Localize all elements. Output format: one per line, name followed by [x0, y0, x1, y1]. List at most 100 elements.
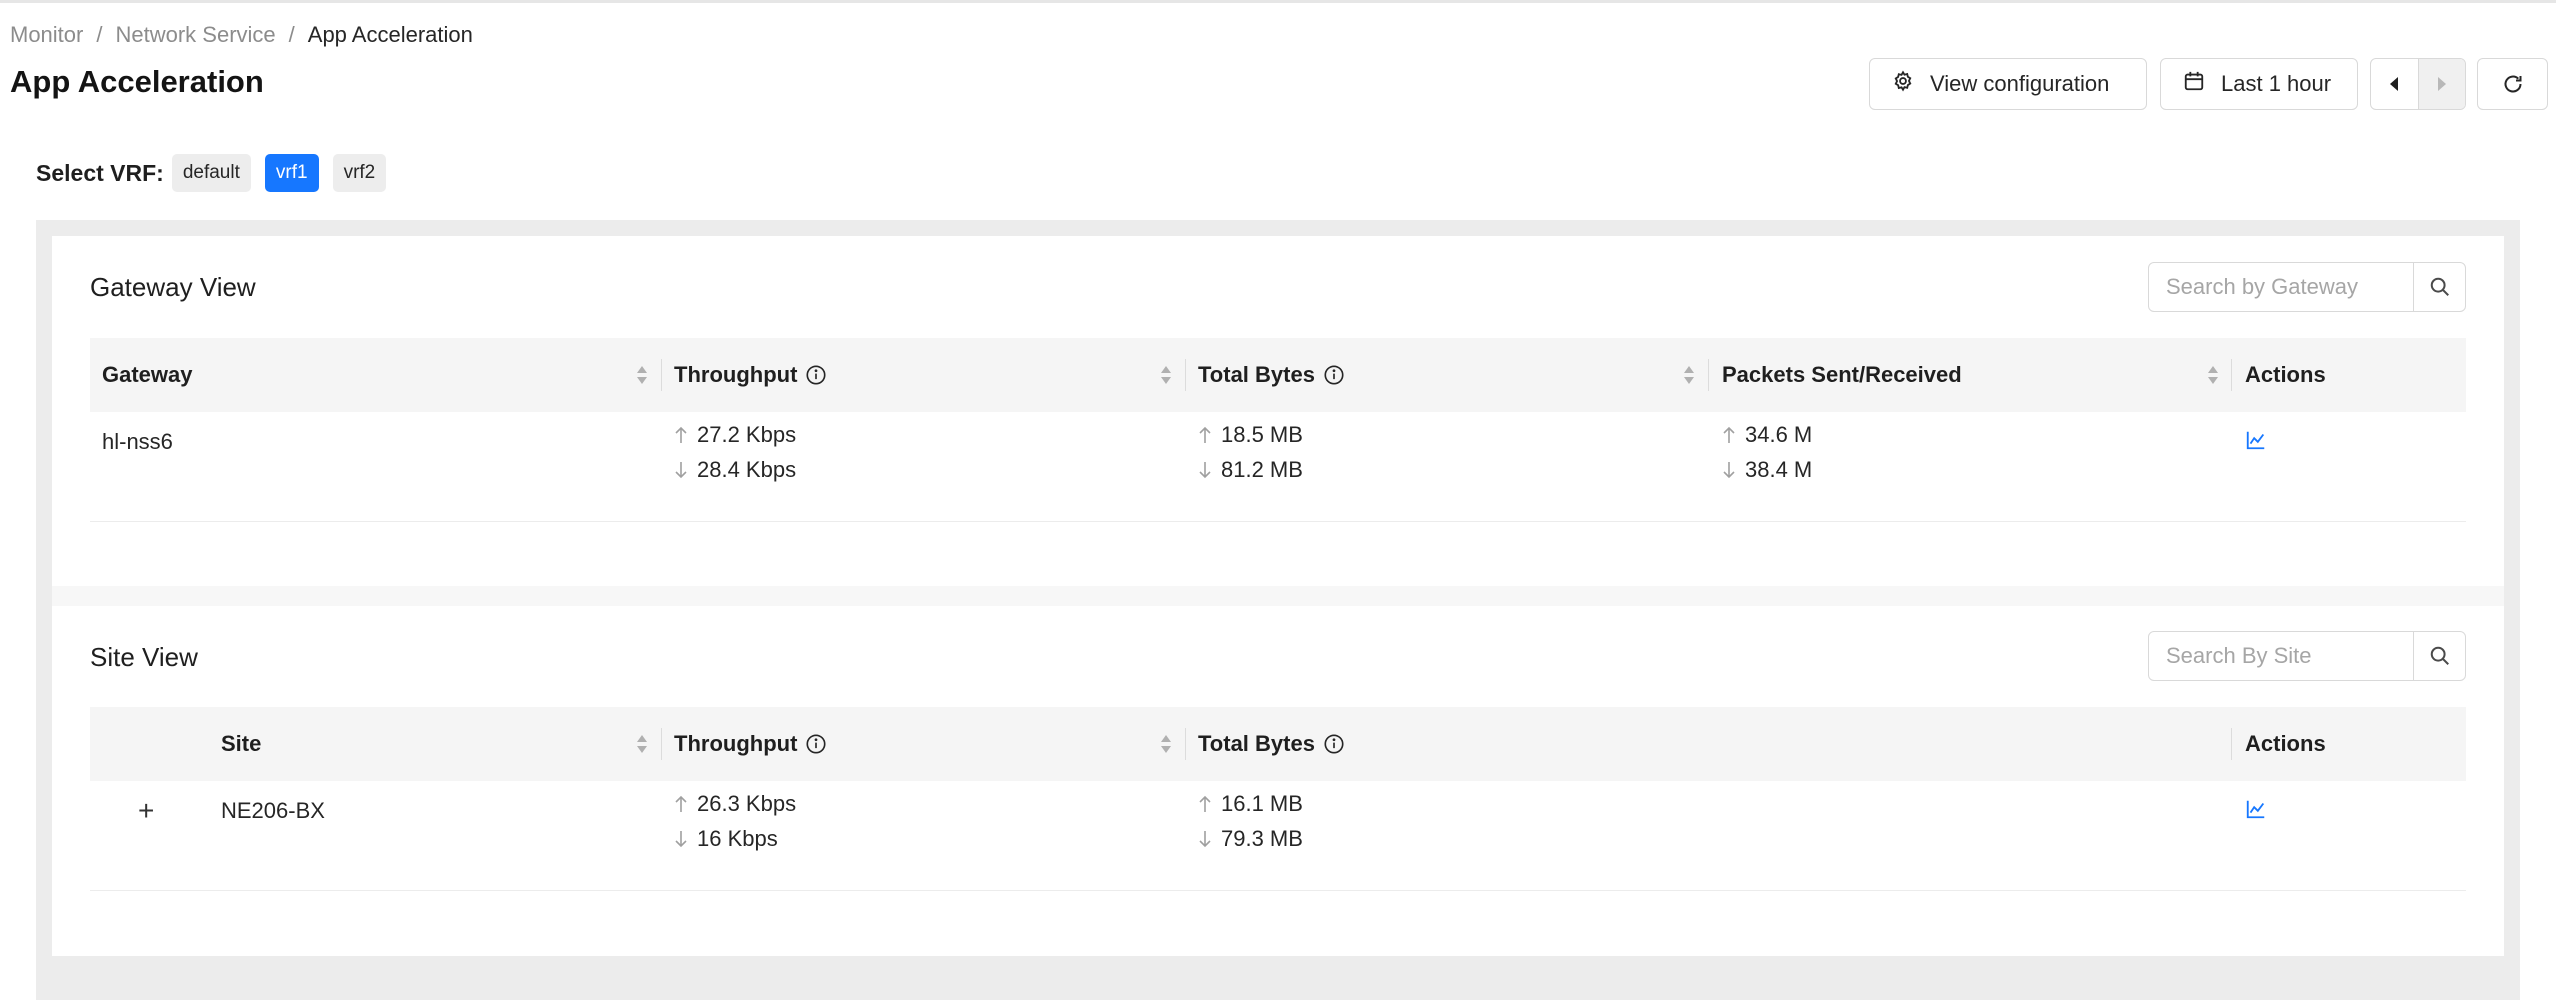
- column-gateway[interactable]: Gateway: [102, 338, 193, 412]
- column-actions-label: Actions: [2245, 362, 2326, 387]
- vrf-option-vrf2[interactable]: vrf2: [332, 154, 387, 192]
- column-throughput[interactable]: Throughput: [674, 707, 827, 781]
- total-bytes-cell: 16.1 MB 79.3 MB: [1198, 786, 1303, 856]
- bytes-received: 79.3 MB: [1221, 825, 1303, 851]
- breadcrumb-current: App Acceleration: [307, 22, 473, 47]
- column-separator: [1185, 359, 1186, 391]
- sort-icon[interactable]: [635, 363, 649, 387]
- search-icon: [2430, 646, 2449, 665]
- column-total-bytes-label: Total Bytes: [1198, 731, 1315, 756]
- caret-right-icon: [2437, 77, 2446, 91]
- column-packets-label: Packets Sent/Received: [1722, 362, 1962, 387]
- sort-icon[interactable]: [1159, 363, 1173, 387]
- info-icon[interactable]: [805, 364, 827, 386]
- packets-cell: 34.6 M 38.4 M: [1722, 417, 1812, 487]
- gateway-table-header: Gateway Throughput Total Bytes Packets S…: [90, 338, 2466, 412]
- column-packets[interactable]: Packets Sent/Received: [1722, 338, 1962, 412]
- throughput-sent: 26.3 Kbps: [697, 790, 797, 816]
- column-actions: Actions: [2245, 338, 2326, 412]
- column-site-label: Site: [221, 731, 262, 756]
- column-separator: [1708, 359, 1709, 391]
- view-chart-button[interactable]: [2245, 429, 2267, 457]
- packets-received: 38.4 M: [1745, 456, 1813, 482]
- column-total-bytes-label: Total Bytes: [1198, 362, 1315, 387]
- previous-period-button[interactable]: [2371, 59, 2418, 109]
- column-separator: [1185, 728, 1186, 760]
- site-view-title: Site View: [90, 642, 198, 672]
- view-chart-button[interactable]: [2245, 798, 2267, 826]
- column-actions-label: Actions: [2245, 731, 2326, 756]
- vrf-option-default[interactable]: default: [171, 154, 251, 192]
- arrow-down-icon: [675, 830, 687, 847]
- gateway-search-input[interactable]: Search by Gateway: [2149, 263, 2413, 311]
- site-view-card: Site View Search By Site Site Throughput…: [52, 606, 2504, 956]
- vrf-selector: Select VRF: default vrf1 vrf2: [36, 154, 400, 192]
- site-search-button[interactable]: [2413, 632, 2465, 680]
- caret-left-icon: [2390, 77, 2399, 91]
- throughput-sent: 27.2 Kbps: [697, 421, 797, 447]
- refresh-button[interactable]: [2477, 58, 2548, 110]
- arrow-down-icon: [1723, 461, 1735, 478]
- vrf-label: Select VRF:: [36, 159, 164, 186]
- arrow-down-icon: [1199, 461, 1211, 478]
- site-table-header: Site Throughput Total Bytes Actions: [90, 707, 2466, 781]
- next-period-button[interactable]: [2417, 59, 2465, 109]
- expand-row-button[interactable]: +: [138, 795, 154, 827]
- sort-icon[interactable]: [635, 732, 649, 756]
- vrf-option-vrf1[interactable]: vrf1: [264, 154, 319, 192]
- gateway-name[interactable]: hl-nss6: [102, 429, 173, 455]
- gateway-search: Search by Gateway: [2148, 262, 2466, 312]
- page-title: App Acceleration: [10, 64, 264, 99]
- view-configuration-label: View configuration: [1930, 71, 2110, 96]
- column-separator: [661, 728, 662, 760]
- table-row: hl-nss6 27.2 Kbps 28.4 Kbps 18.5 MB 81.2…: [90, 412, 2466, 522]
- sort-icon[interactable]: [2206, 363, 2220, 387]
- gear-icon: [1892, 70, 1914, 98]
- column-total-bytes[interactable]: Total Bytes: [1198, 338, 1345, 412]
- throughput-received: 16 Kbps: [697, 825, 778, 851]
- time-range-button[interactable]: Last 1 hour: [2160, 58, 2358, 110]
- column-total-bytes[interactable]: Total Bytes: [1198, 707, 1345, 781]
- gateway-view-card: Gateway View Search by Gateway Gateway T…: [52, 236, 2504, 586]
- refresh-icon: [2504, 75, 2521, 93]
- arrow-up-icon: [675, 795, 687, 812]
- throughput-received: 28.4 Kbps: [697, 456, 797, 482]
- site-search-input[interactable]: Search By Site: [2149, 632, 2413, 680]
- site-name[interactable]: NE206-BX: [221, 798, 325, 824]
- arrow-up-icon: [1199, 426, 1211, 443]
- info-icon[interactable]: [805, 733, 827, 755]
- line-chart-icon: [2246, 431, 2265, 450]
- breadcrumb-monitor[interactable]: Monitor: [10, 22, 83, 48]
- time-range-label: Last 1 hour: [2221, 71, 2332, 96]
- calendar-icon: [2183, 70, 2205, 98]
- column-actions: Actions: [2245, 707, 2326, 781]
- gateway-search-button[interactable]: [2413, 263, 2465, 311]
- column-site[interactable]: Site: [221, 707, 261, 781]
- top-border: [0, 0, 2556, 3]
- time-navigation: [2370, 58, 2466, 110]
- column-separator: [2231, 728, 2232, 760]
- column-separator: [661, 359, 662, 391]
- column-throughput-label: Throughput: [674, 731, 798, 756]
- total-bytes-cell: 18.5 MB 81.2 MB: [1198, 417, 1303, 487]
- view-configuration-button[interactable]: View configuration: [1869, 58, 2147, 110]
- sort-icon[interactable]: [1159, 732, 1173, 756]
- gateway-view-title: Gateway View: [90, 272, 256, 302]
- search-icon: [2430, 277, 2449, 296]
- info-icon[interactable]: [1323, 733, 1345, 755]
- sort-icon[interactable]: [1682, 363, 1696, 387]
- breadcrumb-separator: /: [96, 22, 103, 47]
- arrow-up-icon: [675, 426, 687, 443]
- column-throughput-label: Throughput: [674, 362, 798, 387]
- arrow-up-icon: [1199, 795, 1211, 812]
- info-icon[interactable]: [1323, 364, 1345, 386]
- column-throughput[interactable]: Throughput: [674, 338, 827, 412]
- arrow-up-icon: [1723, 426, 1735, 443]
- throughput-cell: 26.3 Kbps 16 Kbps: [674, 786, 796, 856]
- column-separator: [2231, 359, 2232, 391]
- breadcrumb-network-service[interactable]: Network Service: [115, 22, 275, 48]
- site-search: Search By Site: [2148, 631, 2466, 681]
- packets-sent: 34.6 M: [1745, 421, 1813, 447]
- arrow-down-icon: [1199, 830, 1211, 847]
- line-chart-icon: [2246, 800, 2265, 819]
